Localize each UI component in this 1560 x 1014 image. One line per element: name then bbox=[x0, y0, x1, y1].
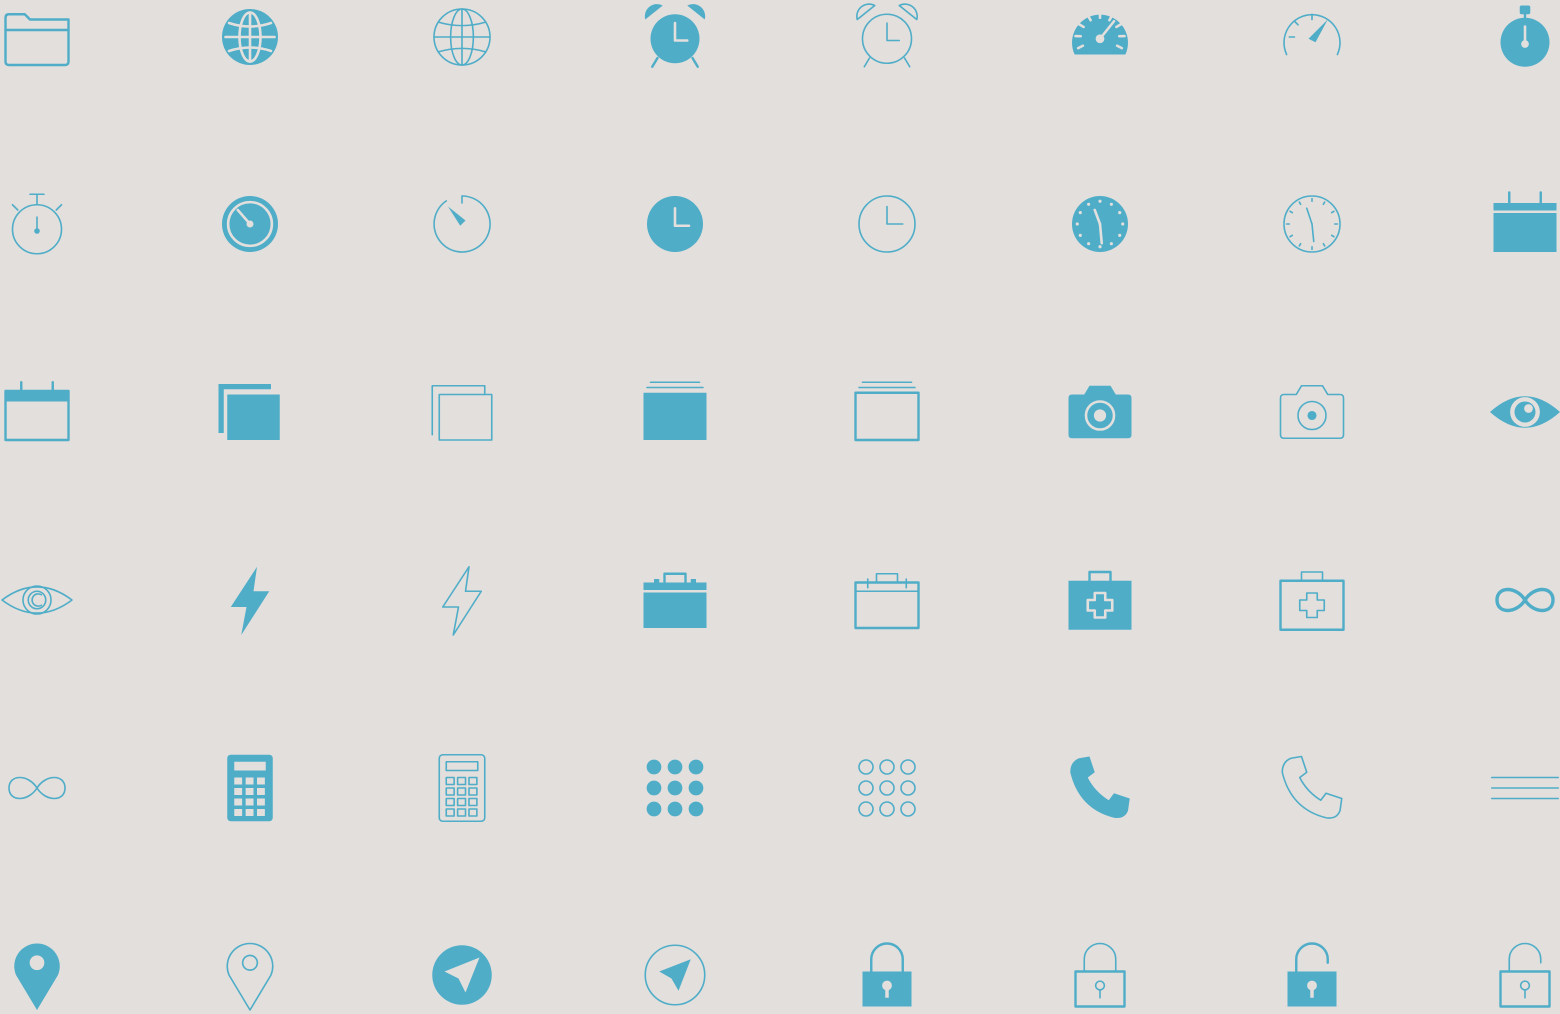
toolbox-filled-icon-graphic bbox=[633, 558, 717, 628]
folder-stack-filled-icon-graphic bbox=[643, 370, 707, 440]
camera-filled-icon bbox=[1045, 357, 1155, 467]
eye-outline-icon-graphic bbox=[0, 558, 79, 642]
map-pin-outline-icon bbox=[195, 920, 305, 1014]
calendar-outline-icon bbox=[0, 357, 92, 467]
padlock-unlocked-filled-icon bbox=[1257, 920, 1367, 1014]
camera-filled-icon-graphic bbox=[1068, 385, 1132, 439]
folder-outline-icon bbox=[0, 0, 92, 92]
clock-filled-icon-graphic bbox=[647, 196, 703, 252]
padlock-unlocked-filled-icon-graphic bbox=[1287, 933, 1337, 1007]
padlock-unlocked-outline-icon bbox=[1470, 920, 1560, 1014]
stopwatch-filled-icon bbox=[1470, 0, 1560, 92]
clock-outline-icon-graphic bbox=[845, 182, 929, 266]
globe-outline-icon bbox=[407, 0, 517, 92]
map-pin-outline-icon-graphic bbox=[208, 933, 292, 1014]
infinity-filled-icon-graphic bbox=[1483, 558, 1560, 642]
stacked-windows-outline-icon bbox=[407, 357, 517, 467]
dots-grid-outline-icon-graphic bbox=[845, 746, 929, 830]
globe-filled-icon bbox=[195, 0, 305, 92]
globe-outline-icon-graphic bbox=[420, 0, 504, 79]
watch-face-outline-icon-graphic bbox=[1270, 182, 1354, 266]
speedometer-outline-icon-graphic bbox=[1270, 0, 1354, 79]
calculator-outline-icon bbox=[407, 733, 517, 843]
padlock-locked-filled-icon bbox=[832, 920, 942, 1014]
folder-stack-filled-icon bbox=[620, 357, 730, 467]
menu-lines-icon bbox=[1470, 733, 1560, 843]
navigation-arrow-filled-icon-graphic bbox=[432, 945, 492, 1005]
alarm-clock-outline-icon bbox=[832, 0, 942, 92]
padlock-locked-filled-icon-graphic bbox=[862, 933, 912, 1007]
alarm-clock-filled-icon bbox=[620, 0, 730, 92]
camera-outline-icon-graphic bbox=[1270, 370, 1354, 454]
phone-filled-icon bbox=[1045, 733, 1155, 843]
infinity-outline-icon bbox=[0, 733, 92, 843]
toolbox-outline-icon-graphic bbox=[845, 558, 929, 642]
lightning-outline-icon bbox=[407, 545, 517, 655]
calendar-outline-icon-graphic bbox=[0, 370, 79, 454]
first-aid-kit-outline-icon bbox=[1257, 545, 1367, 655]
eye-filled-icon-graphic bbox=[1490, 396, 1560, 428]
lightning-outline-icon-graphic bbox=[420, 558, 504, 642]
calendar-filled-icon-graphic bbox=[1483, 182, 1560, 252]
stacked-windows-filled-icon-graphic bbox=[218, 384, 280, 440]
map-pin-filled-icon-graphic bbox=[14, 943, 60, 1010]
speedometer-filled-icon bbox=[1045, 0, 1155, 92]
first-aid-kit-filled-icon-graphic bbox=[1068, 558, 1132, 630]
clock-outline-icon bbox=[832, 169, 942, 279]
speedometer-outline-icon bbox=[1257, 0, 1367, 92]
map-pin-filled-icon bbox=[0, 920, 92, 1014]
alarm-clock-filled-icon-graphic bbox=[644, 4, 706, 79]
padlock-locked-outline-icon-graphic bbox=[1058, 933, 1142, 1014]
folder-stack-outline-icon-graphic bbox=[845, 370, 929, 454]
timer-outline-icon-graphic bbox=[420, 182, 504, 266]
navigation-arrow-filled-icon bbox=[407, 920, 517, 1014]
lightning-filled-icon bbox=[195, 545, 305, 655]
first-aid-kit-filled-icon bbox=[1045, 545, 1155, 655]
padlock-unlocked-outline-icon-graphic bbox=[1483, 933, 1560, 1014]
padlock-locked-outline-icon bbox=[1045, 920, 1155, 1014]
watch-face-outline-icon bbox=[1257, 169, 1367, 279]
speedometer-filled-icon-graphic bbox=[1072, 0, 1128, 55]
toolbox-filled-icon bbox=[620, 545, 730, 655]
alarm-clock-outline-icon-graphic bbox=[845, 0, 929, 79]
eye-filled-icon bbox=[1470, 357, 1560, 467]
toolbox-outline-icon bbox=[832, 545, 942, 655]
clock-filled-icon bbox=[620, 169, 730, 279]
watch-face-filled-icon bbox=[1045, 169, 1155, 279]
navigation-arrow-outline-icon-graphic bbox=[633, 933, 717, 1014]
watch-face-filled-icon-graphic bbox=[1072, 196, 1128, 252]
dots-grid-filled-icon-graphic bbox=[646, 759, 704, 817]
infinity-filled-icon bbox=[1470, 545, 1560, 655]
phone-outline-icon bbox=[1257, 733, 1367, 843]
navigation-arrow-outline-icon bbox=[620, 920, 730, 1014]
calculator-filled-icon bbox=[195, 733, 305, 843]
camera-outline-icon bbox=[1257, 357, 1367, 467]
infinity-outline-icon-graphic bbox=[0, 746, 79, 830]
icon-sheet bbox=[0, 0, 1560, 1014]
phone-filled-icon-graphic bbox=[1070, 756, 1130, 819]
timer-filled-icon-graphic bbox=[222, 196, 278, 252]
stopwatch-outline-icon-graphic bbox=[0, 182, 79, 266]
timer-filled-icon bbox=[195, 169, 305, 279]
timer-outline-icon bbox=[407, 169, 517, 279]
phone-outline-icon-graphic bbox=[1270, 746, 1354, 830]
first-aid-kit-outline-icon-graphic bbox=[1270, 558, 1354, 642]
calculator-filled-icon-graphic bbox=[227, 754, 273, 822]
dots-grid-filled-icon bbox=[620, 733, 730, 843]
stacked-windows-outline-icon-graphic bbox=[420, 370, 504, 454]
lightning-filled-icon-graphic bbox=[230, 566, 270, 635]
stacked-windows-filled-icon bbox=[195, 357, 305, 467]
dots-grid-outline-icon bbox=[832, 733, 942, 843]
folder-stack-outline-icon bbox=[832, 357, 942, 467]
globe-filled-icon-graphic bbox=[222, 9, 278, 65]
menu-lines-icon-graphic bbox=[1483, 746, 1560, 830]
stopwatch-outline-icon bbox=[0, 169, 92, 279]
stopwatch-filled-icon-graphic bbox=[1500, 5, 1550, 67]
calculator-outline-icon-graphic bbox=[420, 746, 504, 830]
calendar-filled-icon bbox=[1470, 169, 1560, 279]
eye-outline-icon bbox=[0, 545, 92, 655]
folder-outline-icon-graphic bbox=[0, 0, 79, 79]
